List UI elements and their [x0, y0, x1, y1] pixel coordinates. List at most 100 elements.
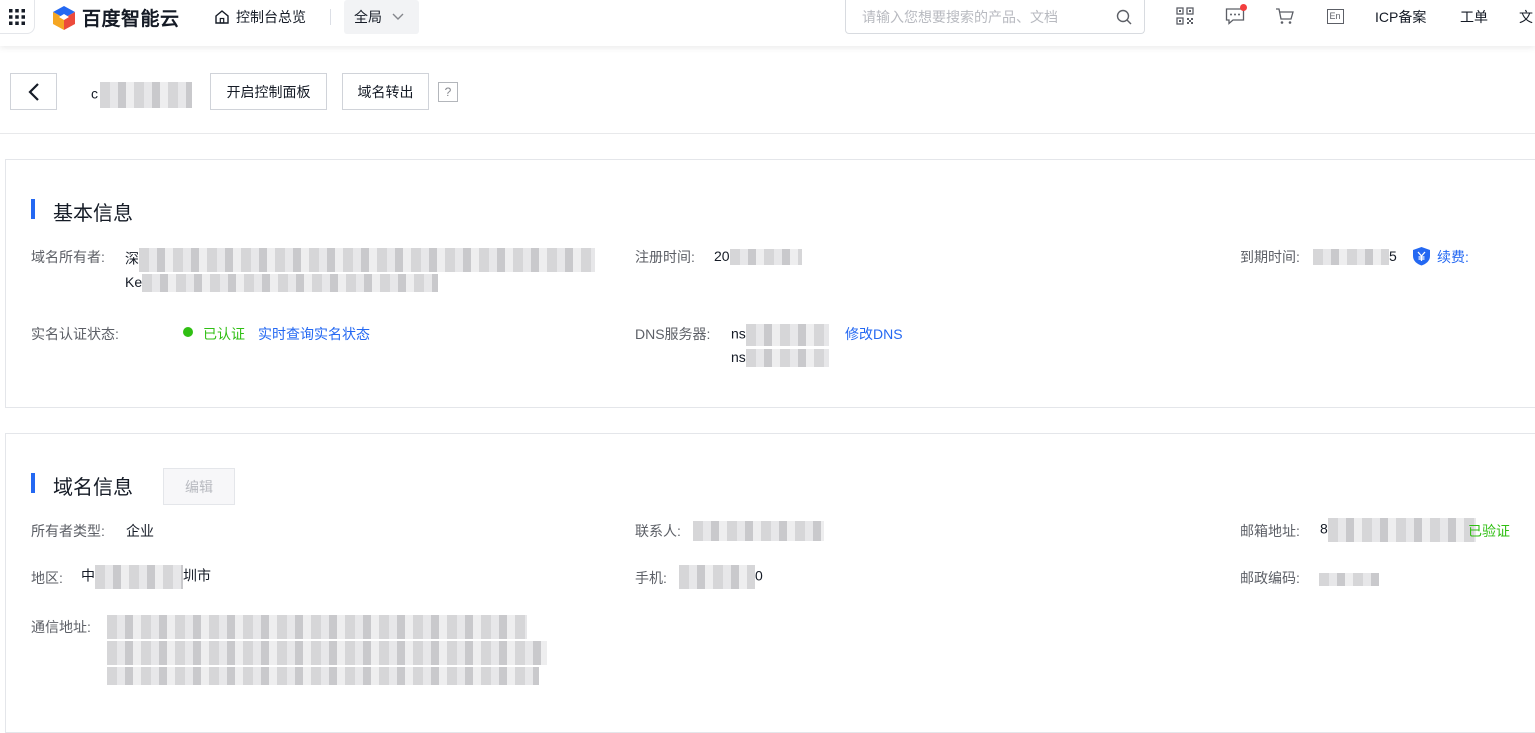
brand-name: 百度智能云 [82, 9, 180, 30]
language-button[interactable]: En [1325, 6, 1345, 26]
owner-value-line1: 深 [125, 248, 595, 272]
cart-button[interactable] [1275, 6, 1295, 26]
register-time-label: 注册时间: [635, 249, 695, 265]
expire-time-value: 5 [1313, 248, 1397, 266]
top-navbar: 百度智能云 控制台总览 全局 请输入您想要搜索的产品、文档 En ICP备案 工… [0, 0, 1535, 46]
contact-label: 联系人: [635, 523, 681, 539]
owner-type-value: 企业 [126, 523, 154, 539]
modify-dns-link[interactable]: 修改DNS [845, 324, 903, 344]
zip-code-value [1319, 570, 1379, 586]
qrcode-icon [1176, 7, 1194, 25]
email-value: 8 [1320, 518, 1476, 542]
dns-server-1: ns [731, 324, 829, 346]
realname-status-value: 已认证 [203, 326, 245, 342]
section-accent-bar [31, 473, 35, 493]
help-glyph: ? [444, 85, 452, 99]
cube-logo-icon [53, 5, 75, 30]
email-verified-badge: 已验证 [1468, 523, 1510, 539]
verified-dot-icon [183, 327, 193, 337]
owner-label: 域名所有者: [31, 249, 105, 265]
qrcode-button[interactable] [1175, 6, 1195, 26]
docs-link[interactable]: 文 [1519, 7, 1533, 27]
region-label: 地区: [31, 570, 63, 586]
region-label: 全局 [354, 9, 382, 25]
register-time-visible: 20 [714, 248, 730, 264]
owner-type-label: 所有者类型: [31, 523, 105, 539]
chevron-left-icon [27, 82, 39, 101]
console-overview-link[interactable]: 控制台总览 [214, 7, 306, 27]
cart-icon [1276, 8, 1294, 24]
nav-divider [330, 9, 331, 25]
search-input[interactable] [862, 8, 1116, 25]
brand-logo[interactable]: 百度智能云 [52, 4, 180, 31]
ticket-link[interactable]: 工单 [1460, 7, 1488, 27]
dns-server-2: ns [731, 349, 829, 368]
back-button[interactable] [10, 73, 57, 110]
search-icon[interactable] [1116, 9, 1132, 25]
owner-value-line2: Ke [125, 274, 439, 293]
basic-info-title: 基本信息 [53, 203, 133, 225]
region-redacted [95, 565, 183, 589]
open-control-panel-label: 开启控制面板 [226, 83, 311, 100]
owner-line1-redacted [139, 248, 595, 272]
renew-link[interactable]: 续费: [1437, 247, 1469, 267]
edit-label: 编辑 [185, 478, 213, 495]
unread-dot [1240, 4, 1247, 11]
grid-icon [9, 8, 25, 25]
header-divider [0, 133, 1535, 134]
home-icon [215, 10, 229, 24]
phone-value: 0 [679, 565, 763, 589]
open-control-panel-button[interactable]: 开启控制面板 [210, 73, 327, 110]
register-time-value: 20 [714, 248, 802, 266]
app-grid-button[interactable] [0, 0, 35, 34]
region-visible-prefix: 中 [81, 567, 95, 584]
phone-label: 手机: [635, 570, 667, 586]
address-line-2-redacted [107, 641, 547, 665]
language-label: En [1329, 11, 1341, 21]
mailing-address-label: 通信地址: [31, 619, 91, 635]
owner-line2-visible: Ke [125, 274, 143, 290]
domain-name-visible: c [91, 85, 98, 102]
domain-transfer-out-label: 域名转出 [357, 83, 414, 100]
register-time-redacted [729, 249, 802, 266]
dns-server-1-visible: ns [731, 325, 746, 342]
edit-button[interactable]: 编辑 [163, 468, 235, 505]
phone-redacted [679, 565, 755, 589]
phone-visible: 0 [755, 567, 763, 584]
contact-value [693, 521, 824, 541]
yen-shield-icon [1413, 247, 1430, 266]
help-icon[interactable]: ? [438, 82, 458, 102]
zip-code-label: 邮政编码: [1240, 570, 1300, 586]
owner-line1-visible: 深 [125, 250, 139, 267]
domain-info-title: 域名信息 [53, 477, 133, 499]
language-icon: En [1326, 8, 1344, 24]
region-value: 中 圳市 [81, 565, 211, 589]
chevron-down-icon [392, 13, 404, 20]
icp-link[interactable]: ICP备案 [1375, 7, 1426, 27]
expire-time-label: 到期时间: [1240, 249, 1300, 265]
section-accent-bar [31, 199, 35, 219]
expire-time-redacted [1313, 249, 1389, 266]
expire-time-visible: 5 [1389, 248, 1397, 264]
address-line-1-redacted [107, 615, 527, 639]
dns-server-2-redacted [745, 349, 829, 368]
domain-name: c [91, 82, 192, 108]
messages-button[interactable] [1225, 4, 1247, 26]
dns-server-1-redacted [745, 324, 829, 346]
global-search [845, 0, 1145, 34]
region-selector[interactable]: 全局 [344, 0, 419, 34]
console-overview-label: 控制台总览 [236, 9, 306, 25]
dns-server-2-visible: ns [731, 349, 746, 365]
realname-query-link[interactable]: 实时查询实名状态 [258, 324, 370, 344]
contact-redacted [693, 521, 824, 541]
domain-name-redacted [100, 82, 192, 108]
email-redacted [1327, 518, 1476, 542]
email-visible: 8 [1320, 520, 1328, 537]
mailing-address-value [107, 615, 547, 685]
dns-servers-label: DNS服务器: [635, 326, 711, 342]
owner-line2-redacted [142, 274, 439, 293]
realname-status-label: 实名认证状态: [31, 326, 119, 342]
email-label: 邮箱地址: [1240, 523, 1300, 539]
zip-code-redacted [1319, 572, 1379, 586]
domain-transfer-out-button[interactable]: 域名转出 [342, 73, 429, 110]
